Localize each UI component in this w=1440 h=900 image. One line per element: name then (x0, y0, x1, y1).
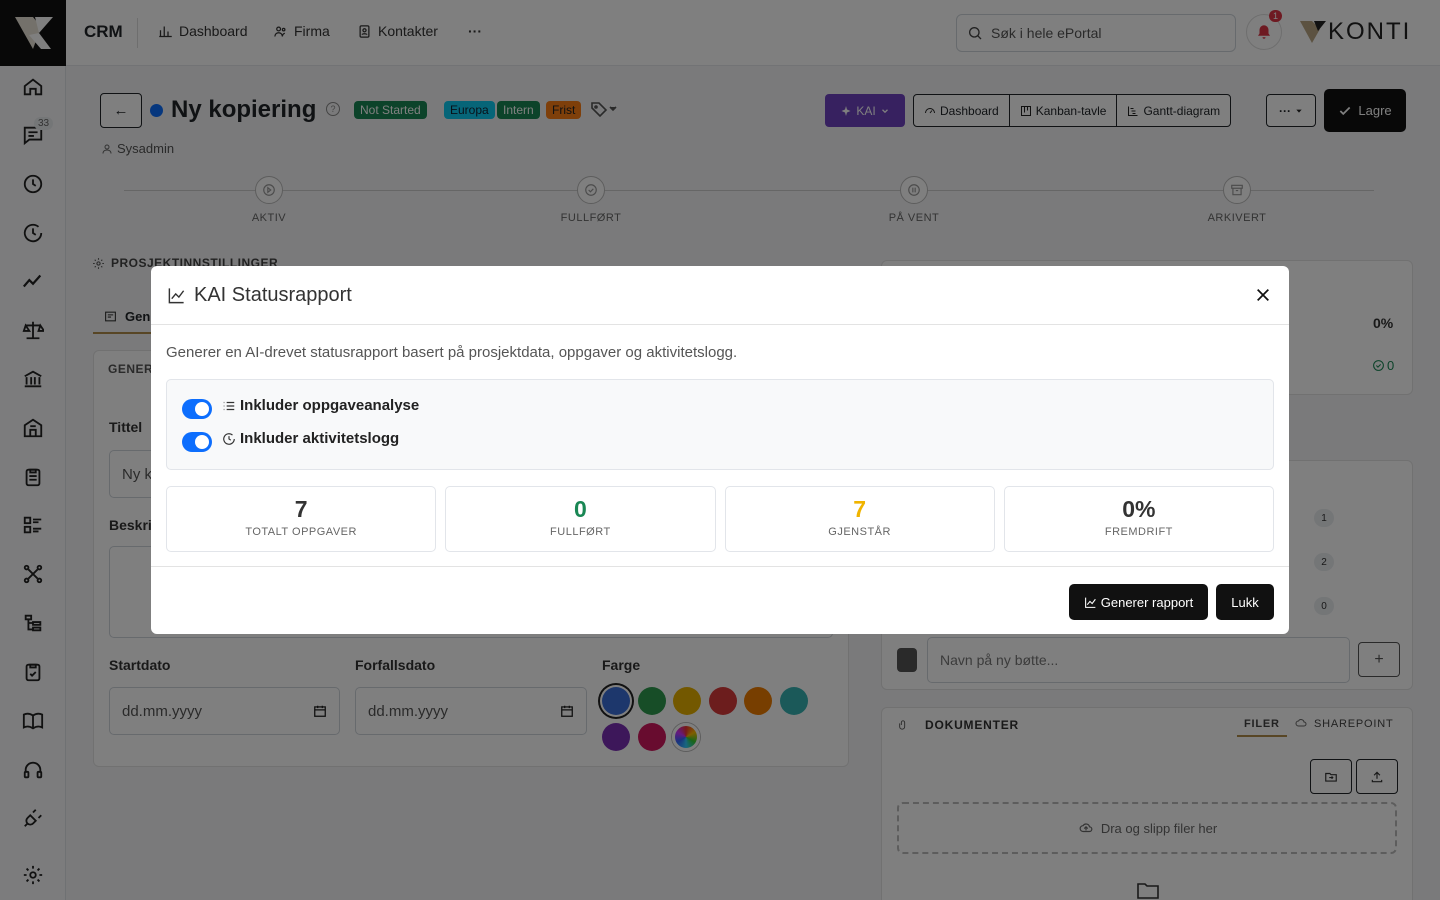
stat-completed: 0 FULLFØRT (445, 486, 716, 552)
task-analysis-toggle[interactable] (182, 398, 212, 419)
stat-total-tasks: 7 TOTALT OPPGAVER (166, 486, 437, 552)
modal-body: Generer en AI-drevet statusrapport baser… (151, 344, 1289, 552)
clock-history-icon (223, 432, 235, 445)
activity-log-label: Inkluder aktivitetslogg (240, 430, 400, 447)
line-chart-icon (1084, 597, 1096, 608)
option-activity-log: Inkluder aktivitetslogg (182, 426, 1258, 452)
line-chart-icon (168, 287, 185, 303)
stat-label: TOTALT OPPGAVER (245, 526, 357, 538)
activity-log-toggle[interactable] (182, 431, 212, 452)
close-button[interactable]: Lukk (1216, 584, 1274, 620)
generate-report-button[interactable]: Generer rapport (1069, 584, 1208, 620)
kai-status-report-modal: KAI Statusrapport Generer en AI-drevet s… (151, 266, 1289, 634)
stat-label: GJENSTÅR (828, 526, 891, 538)
stat-value: 7 (294, 496, 308, 522)
modal-header: KAI Statusrapport (151, 266, 1289, 325)
stat-remaining: 7 GJENSTÅR (724, 486, 995, 552)
modal-intro: Generer en AI-drevet statusrapport baser… (166, 344, 738, 361)
stat-label: FULLFØRT (550, 526, 611, 538)
stat-value: 0% (1122, 496, 1156, 522)
report-options: Inkluder oppgaveanalyse Inkluder aktivit… (166, 379, 1274, 470)
option-task-analysis: Inkluder oppgaveanalyse (182, 393, 1258, 419)
stat-progress: 0% FREMDRIFT (1003, 486, 1274, 552)
modal-footer: Generer rapport Lukk (151, 566, 1289, 634)
list-icon (223, 401, 235, 410)
task-analysis-label: Inkluder oppgaveanalyse (240, 397, 420, 414)
modal-title: KAI Statusrapport (194, 283, 352, 306)
close-icon[interactable] (1251, 283, 1275, 307)
stat-value: 7 (853, 496, 867, 522)
report-stats: 7 TOTALT OPPGAVER 0 FULLFØRT 7 GJENSTÅR … (166, 486, 1274, 552)
generate-report-label: Generer rapport (1100, 594, 1194, 610)
stat-label: FREMDRIFT (1104, 526, 1173, 538)
stat-value: 0 (573, 496, 587, 522)
